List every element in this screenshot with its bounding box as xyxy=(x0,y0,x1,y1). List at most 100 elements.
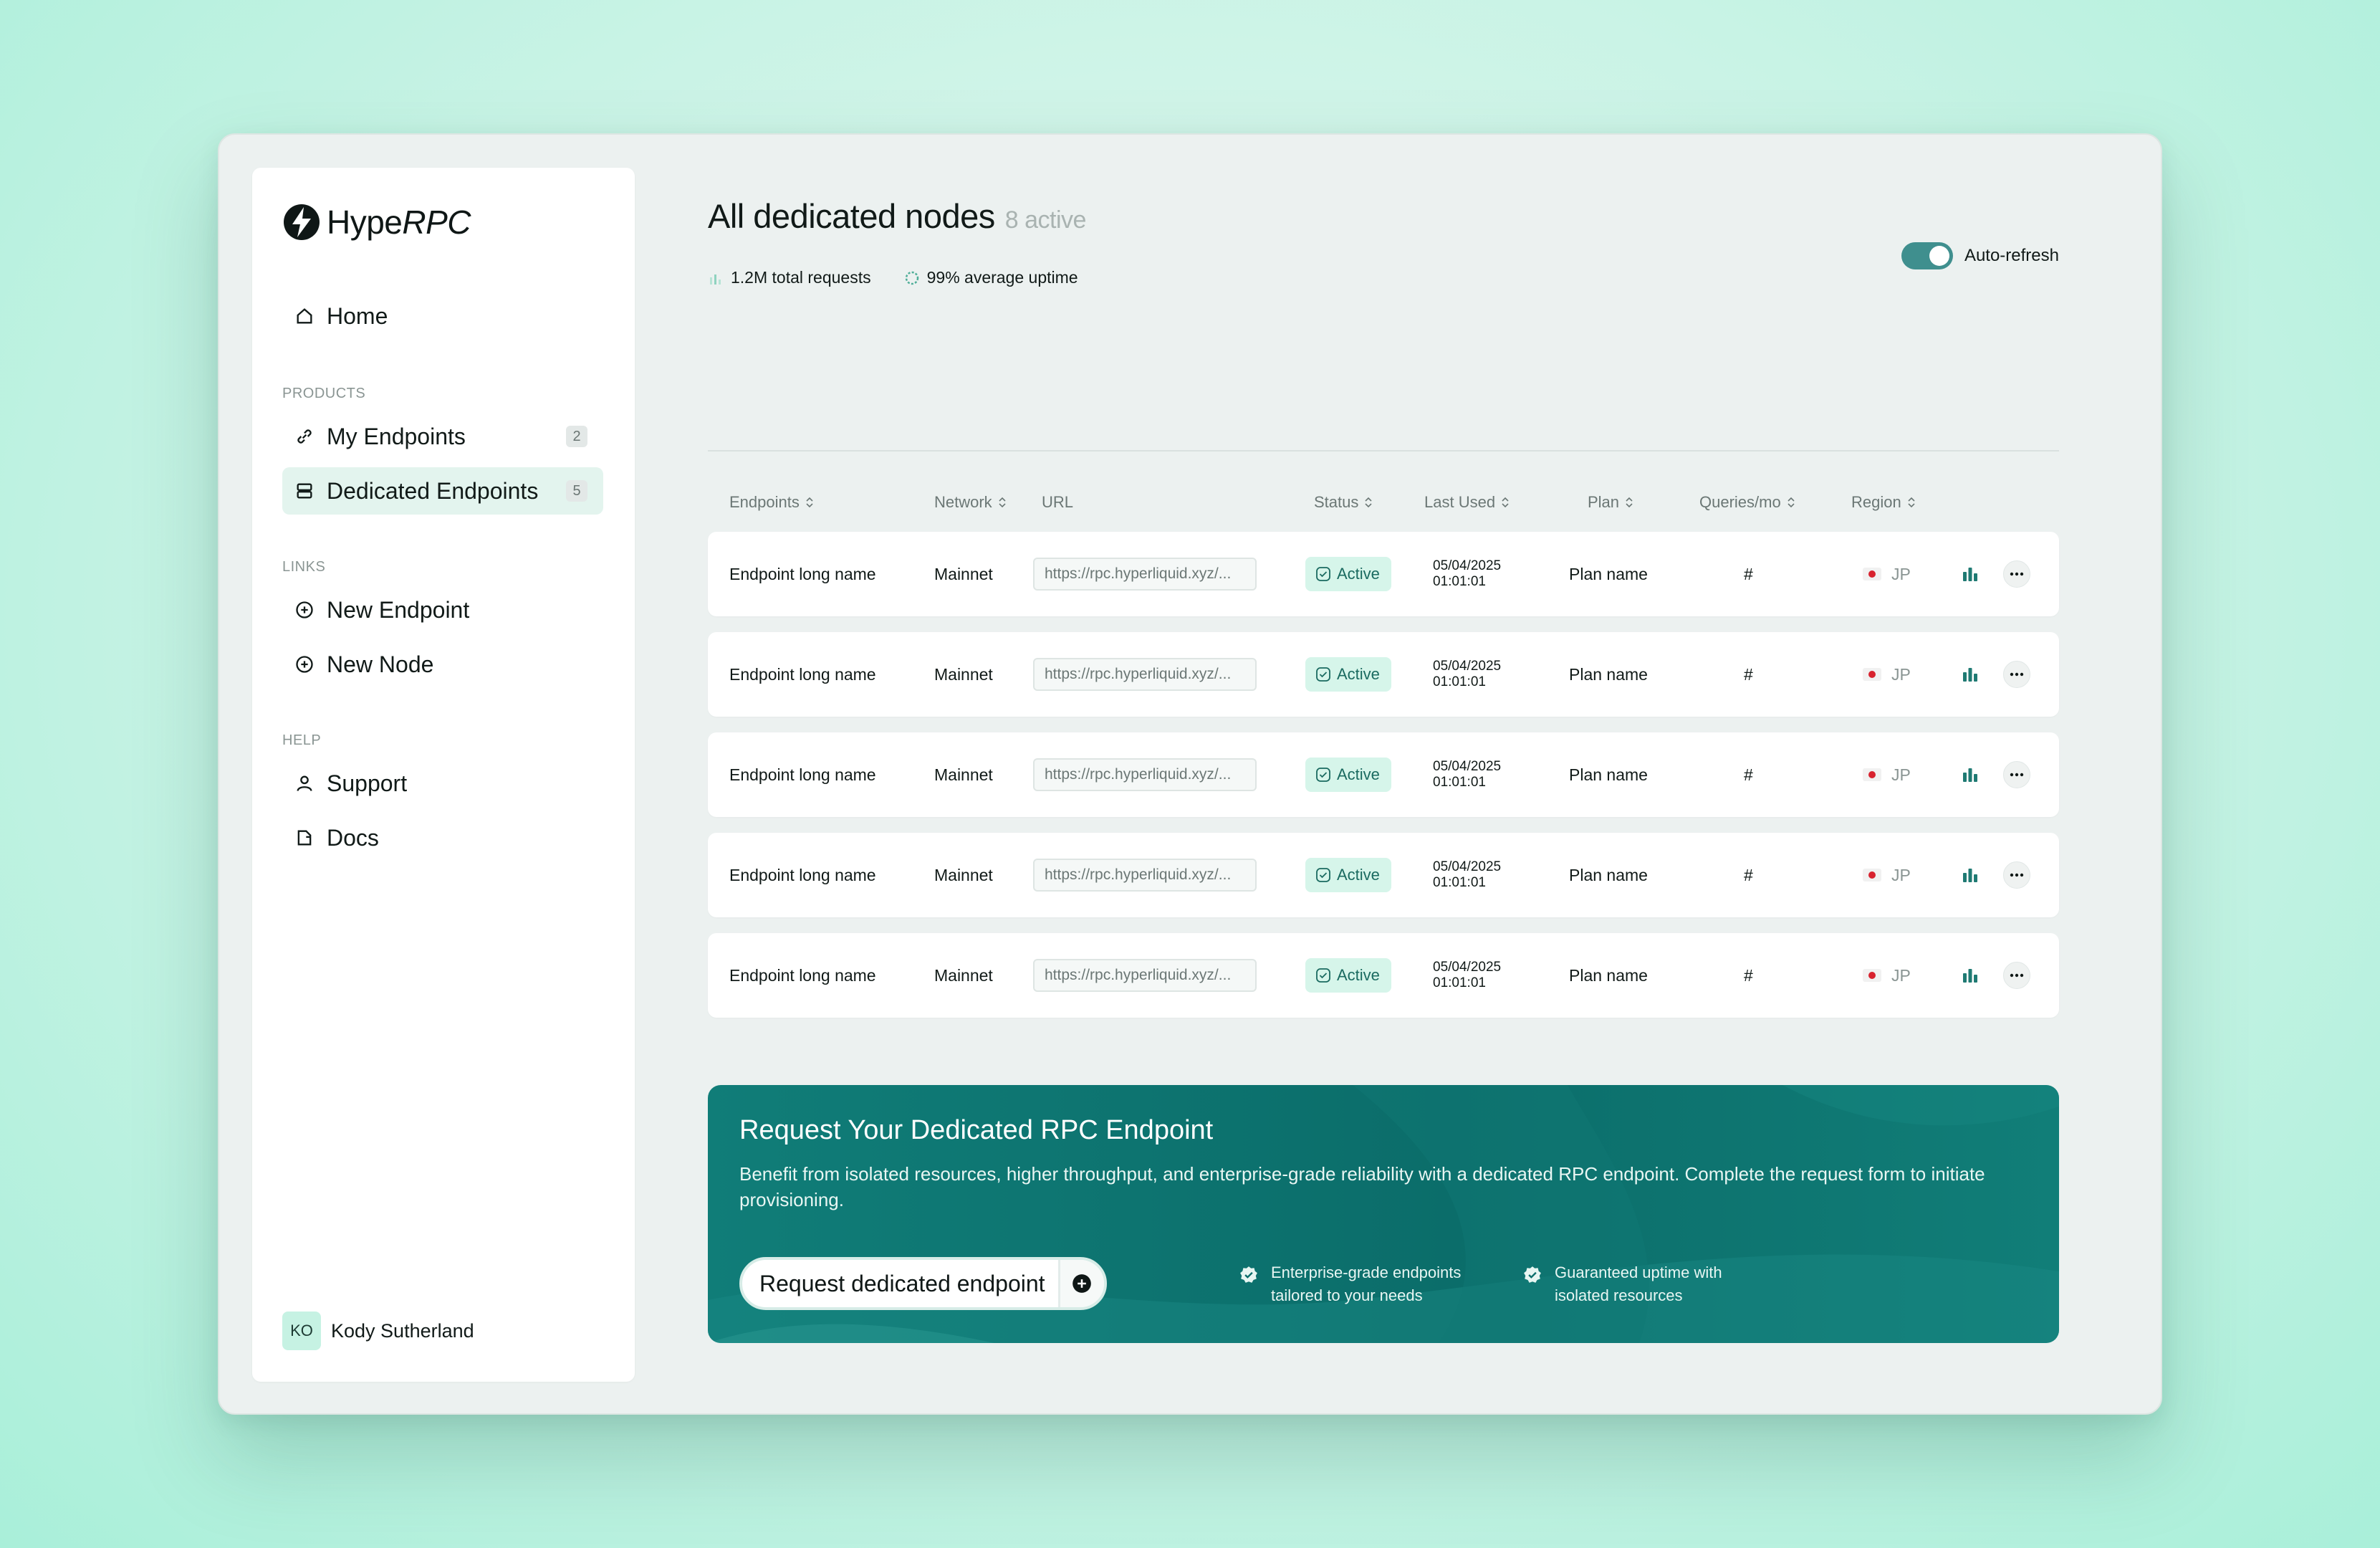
column-header-network[interactable]: Network xyxy=(934,493,1007,512)
url-field[interactable]: https://rpc.hyperliquid.xyz/... xyxy=(1033,959,1257,992)
more-options-button[interactable] xyxy=(2003,761,2030,788)
check-badge-icon xyxy=(1240,1266,1257,1283)
column-header-plan[interactable]: Plan xyxy=(1588,493,1633,512)
more-options-button[interactable] xyxy=(2003,861,2030,889)
toggle-switch[interactable] xyxy=(1901,242,1953,269)
row-actions xyxy=(2003,632,2030,717)
url-field[interactable]: https://rpc.hyperliquid.xyz/... xyxy=(1033,658,1257,691)
table-row[interactable]: Endpoint long name Mainnet https://rpc.h… xyxy=(708,732,2059,817)
japan-flag-icon xyxy=(1863,668,1881,681)
region-cell: JP xyxy=(1863,632,1911,717)
row-actions xyxy=(2003,532,2030,616)
analytics-button[interactable] xyxy=(1960,732,1980,817)
column-header-status[interactable]: Status xyxy=(1314,493,1373,512)
last-used-date: 05/04/2025 xyxy=(1433,759,1502,774)
plan-name: Plan name xyxy=(1569,564,1648,583)
home-icon xyxy=(294,305,315,327)
analytics-button[interactable] xyxy=(1960,532,1980,616)
queries-value: # xyxy=(1744,664,1753,684)
feature-text: Guaranteed uptime with xyxy=(1555,1263,1722,1281)
last-used-time: 01:01:01 xyxy=(1433,574,1486,589)
sidebar-item-label: Docs xyxy=(327,824,379,851)
plus-circle-icon xyxy=(294,654,315,675)
table-row[interactable]: Endpoint long name Mainnet https://rpc.h… xyxy=(708,532,2059,616)
table-row[interactable]: Endpoint long name Mainnet https://rpc.h… xyxy=(708,933,2059,1018)
analytics-button[interactable] xyxy=(1960,632,1980,717)
uptime-ring-icon xyxy=(905,271,918,285)
stats-bar: 1.2M total requests 99% average uptime xyxy=(708,268,1111,287)
last-used: 05/04/2025 01:01:01 xyxy=(1433,833,1501,917)
status-cell: Active xyxy=(1305,732,1391,817)
column-header-label: Queries/mo xyxy=(1699,493,1781,511)
japan-flag-icon xyxy=(1863,768,1881,781)
sidebar-item-new-node[interactable]: New Node xyxy=(282,641,603,688)
feature-item: Enterprise-grade endpoints tailored to yo… xyxy=(1239,1261,1461,1307)
status-label: Active xyxy=(1337,765,1380,783)
user-profile[interactable]: KO Kody Sutherland xyxy=(282,1312,474,1350)
more-options-button[interactable] xyxy=(2003,560,2030,588)
url-cell: https://rpc.hyperliquid.xyz/... xyxy=(1033,933,1257,1018)
requests-stat: 1.2M total requests xyxy=(708,268,871,287)
column-header-last-used[interactable]: Last Used xyxy=(1424,493,1510,512)
url-field[interactable]: https://rpc.hyperliquid.xyz/... xyxy=(1033,758,1257,791)
endpoint-name: Endpoint long name xyxy=(729,765,876,784)
sort-icon xyxy=(1788,497,1795,508)
ellipsis-icon xyxy=(2010,873,2024,877)
table-row[interactable]: Endpoint long name Mainnet https://rpc.h… xyxy=(708,833,2059,917)
check-badge-icon xyxy=(1524,1266,1541,1283)
url-field[interactable]: https://rpc.hyperliquid.xyz/... xyxy=(1033,558,1257,591)
column-header-endpoints[interactable]: Endpoints xyxy=(729,493,814,512)
status-badge: Active xyxy=(1305,958,1391,993)
sidebar-item-support[interactable]: Support xyxy=(282,760,603,807)
plus-circle-icon xyxy=(1057,1260,1104,1307)
logo[interactable]: HypeRPC xyxy=(282,201,471,244)
last-used-time: 01:01:01 xyxy=(1433,975,1486,990)
endpoint-name: Endpoint long name xyxy=(729,564,876,583)
column-header-label: Region xyxy=(1851,493,1901,511)
status-badge: Active xyxy=(1305,557,1391,591)
region-cell: JP xyxy=(1863,732,1911,817)
analytics-button[interactable] xyxy=(1960,833,1980,917)
bar-chart-icon xyxy=(1963,568,1977,581)
auto-refresh-toggle[interactable]: Auto-refresh xyxy=(1901,242,2059,269)
ellipsis-icon xyxy=(2010,572,2024,576)
japan-flag-icon xyxy=(1863,568,1881,580)
avatar: KO xyxy=(282,1312,321,1350)
sidebar-item-label: New Endpoint xyxy=(327,596,470,623)
last-used-time: 01:01:01 xyxy=(1433,875,1486,890)
region-code: JP xyxy=(1891,965,1911,985)
sidebar-item-new-endpoint[interactable]: New Endpoint xyxy=(282,586,603,634)
request-dedicated-endpoint-button[interactable]: Request dedicated endpoint xyxy=(739,1257,1107,1310)
url-field[interactable]: https://rpc.hyperliquid.xyz/... xyxy=(1033,859,1257,892)
table-row[interactable]: Endpoint long name Mainnet https://rpc.h… xyxy=(708,632,2059,717)
feature-text: isolated resources xyxy=(1555,1286,1683,1304)
sidebar-item-docs[interactable]: Docs xyxy=(282,814,603,861)
queries-value: # xyxy=(1744,564,1753,583)
feature-text: Enterprise-grade endpoints xyxy=(1271,1263,1462,1281)
column-header-queries[interactable]: Queries/mo xyxy=(1699,493,1795,512)
last-used-time: 01:01:01 xyxy=(1433,674,1486,689)
queries-value: # xyxy=(1744,765,1753,784)
section-label-help: HELP xyxy=(282,732,322,748)
divider xyxy=(708,450,2059,452)
sidebar-item-dedicated-endpoints[interactable]: Dedicated Endpoints 5 xyxy=(282,467,603,515)
more-options-button[interactable] xyxy=(2003,661,2030,688)
sort-icon xyxy=(1908,497,1915,508)
url-cell: https://rpc.hyperliquid.xyz/... xyxy=(1033,833,1257,917)
status-badge: Active xyxy=(1305,657,1391,692)
sidebar-item-home[interactable]: Home xyxy=(282,292,603,340)
analytics-button[interactable] xyxy=(1960,933,1980,1018)
column-header-region[interactable]: Region xyxy=(1851,493,1916,512)
network: Mainnet xyxy=(934,865,993,884)
more-options-button[interactable] xyxy=(2003,962,2030,989)
endpoint-name: Endpoint long name xyxy=(729,664,876,684)
last-used-time: 01:01:01 xyxy=(1433,775,1486,790)
column-header-url: URL xyxy=(1042,493,1073,512)
url-cell: https://rpc.hyperliquid.xyz/... xyxy=(1033,632,1257,717)
network: Mainnet xyxy=(934,965,993,985)
sort-icon xyxy=(1365,497,1372,508)
request-endpoint-banner: Request Your Dedicated RPC Endpoint Bene… xyxy=(708,1085,2059,1343)
region-code: JP xyxy=(1891,765,1911,784)
sidebar-item-my-endpoints[interactable]: My Endpoints 2 xyxy=(282,413,603,460)
row-actions xyxy=(2003,732,2030,817)
